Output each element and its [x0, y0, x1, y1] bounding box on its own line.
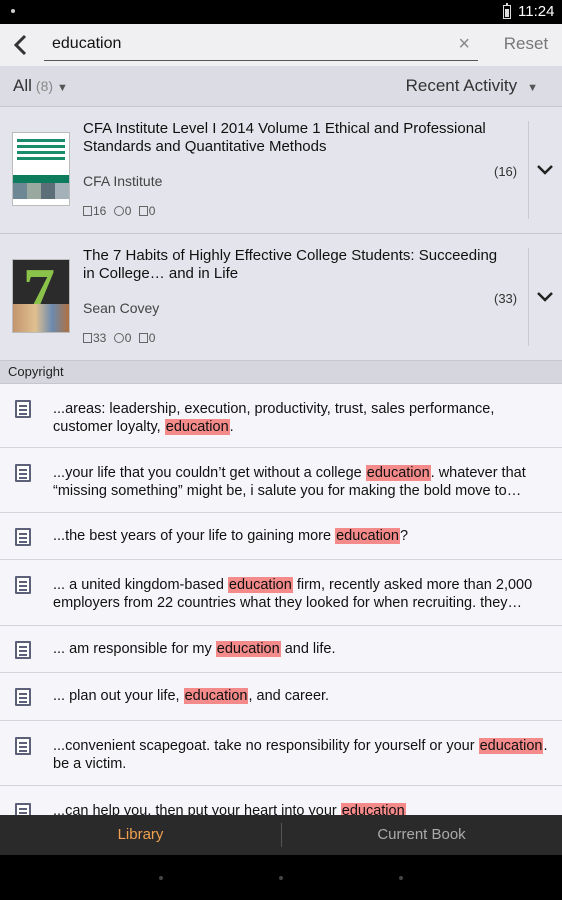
book-cover [13, 133, 69, 205]
document-icon [15, 528, 31, 546]
chevron-down-icon: ▼ [57, 82, 68, 94]
result-snippet: ... plan out your life, education, and c… [53, 688, 330, 704]
nav-home-dot[interactable] [279, 876, 283, 880]
divider [528, 121, 529, 219]
nav-recents-dot[interactable] [399, 876, 403, 880]
book-author: CFA Institute [83, 173, 163, 189]
book-stats: 33 0 0 [83, 331, 159, 345]
system-nav-bar [0, 855, 562, 900]
expand-chevron-icon[interactable] [537, 292, 553, 302]
edit-icon [138, 206, 148, 216]
search-highlight: education [335, 528, 400, 544]
result-row[interactable]: ... a united kingdom-based education fir… [0, 560, 562, 626]
search-highlight: education [365, 465, 431, 481]
status-time: 11:24 [518, 3, 555, 20]
result-row[interactable]: ... am responsible for my education and … [0, 626, 562, 673]
book-stats: 16 0 0 [83, 204, 159, 218]
result-snippet: ... a united kingdom-based education fir… [53, 577, 533, 611]
page-count: 16 [93, 204, 107, 218]
result-row[interactable]: ... plan out your life, education, and c… [0, 673, 562, 721]
note-icon [113, 333, 124, 343]
filter-bar: All (8) ▼ Recent Activity ▼ [0, 66, 562, 107]
battery-icon [503, 3, 511, 19]
note-icon [113, 206, 124, 216]
nav-back-dot[interactable] [159, 876, 163, 880]
section-header: Copyright [0, 361, 562, 384]
document-icon [15, 400, 31, 418]
document-icon [15, 737, 31, 755]
match-count: (16) [494, 164, 518, 179]
result-row[interactable]: ...the best years of your life to gainin… [0, 513, 562, 560]
search-app-bar: × Reset [0, 24, 562, 66]
bottom-tab-bar: Library Current Book [0, 815, 562, 855]
filter-count: (8) [35, 78, 54, 94]
search-highlight: education [340, 803, 406, 815]
search-highlight: education [478, 738, 544, 754]
edit-icon [138, 333, 148, 343]
note-count: 0 [124, 331, 132, 345]
status-bar: 11:24 [0, 0, 562, 24]
result-row[interactable]: ...convenient scapegoat. take no respons… [0, 721, 562, 786]
note-count: 0 [124, 204, 132, 218]
filter-label: All [13, 76, 32, 95]
edit-count: 0 [148, 331, 156, 345]
result-row[interactable]: ...can help you, then put your heart int… [0, 786, 562, 815]
match-count: (33) [494, 291, 518, 306]
result-snippet: ...can help you, then put your heart int… [53, 802, 549, 815]
expand-chevron-icon[interactable] [537, 165, 553, 175]
book-item[interactable]: CFA Institute Level I 2014 Volume 1 Ethi… [0, 107, 562, 234]
reset-button[interactable]: Reset [494, 34, 558, 54]
chevron-down-icon: ▼ [527, 82, 538, 94]
search-highlight: education [215, 641, 281, 657]
filter-dropdown[interactable]: All (8) ▼ [13, 76, 68, 96]
result-row[interactable]: ...areas: leadership, execution, product… [0, 384, 562, 448]
back-arrow-icon[interactable] [10, 32, 32, 58]
search-highlight: education [227, 577, 293, 593]
result-row[interactable]: ...your life that you couldn’t get witho… [0, 448, 562, 513]
search-results-list: ...areas: leadership, execution, product… [0, 384, 562, 815]
document-icon [15, 464, 31, 482]
book-item[interactable]: 7 The 7 Habits of Highly Effective Colle… [0, 234, 562, 361]
search-highlight: education [164, 419, 230, 435]
sort-label: Recent Activity [405, 76, 518, 95]
result-snippet: ...areas: leadership, execution, product… [53, 401, 495, 435]
book-title: CFA Institute Level I 2014 Volume 1 Ethi… [83, 120, 486, 155]
document-icon [15, 803, 31, 815]
document-icon [15, 576, 31, 594]
result-snippet: ...convenient scapegoat. take no respons… [53, 738, 548, 772]
document-icon [15, 688, 31, 706]
divider [528, 248, 529, 346]
notification-icon [11, 9, 15, 13]
sort-dropdown[interactable]: Recent Activity ▼ [406, 76, 538, 96]
book-title: The 7 Habits of Highly Effective College… [83, 247, 498, 282]
edit-count: 0 [148, 204, 156, 218]
document-icon [15, 641, 31, 659]
tab-current-book[interactable]: Current Book [281, 826, 562, 843]
search-field: × [44, 30, 478, 61]
page-icon [83, 206, 92, 216]
tab-library[interactable]: Library [0, 826, 281, 843]
clear-search-icon[interactable]: × [458, 34, 470, 54]
result-snippet: ...the best years of your life to gainin… [53, 528, 409, 544]
page-icon [83, 333, 92, 343]
section-label: Copyright [8, 364, 64, 379]
search-input[interactable] [52, 30, 442, 58]
result-snippet: ... am responsible for my education and … [53, 641, 336, 657]
book-author: Sean Covey [83, 300, 160, 316]
book-cover: 7 [13, 260, 69, 332]
page-count: 33 [93, 331, 107, 345]
result-snippet: ...your life that you couldn’t get witho… [53, 465, 526, 499]
search-highlight: education [183, 688, 249, 704]
